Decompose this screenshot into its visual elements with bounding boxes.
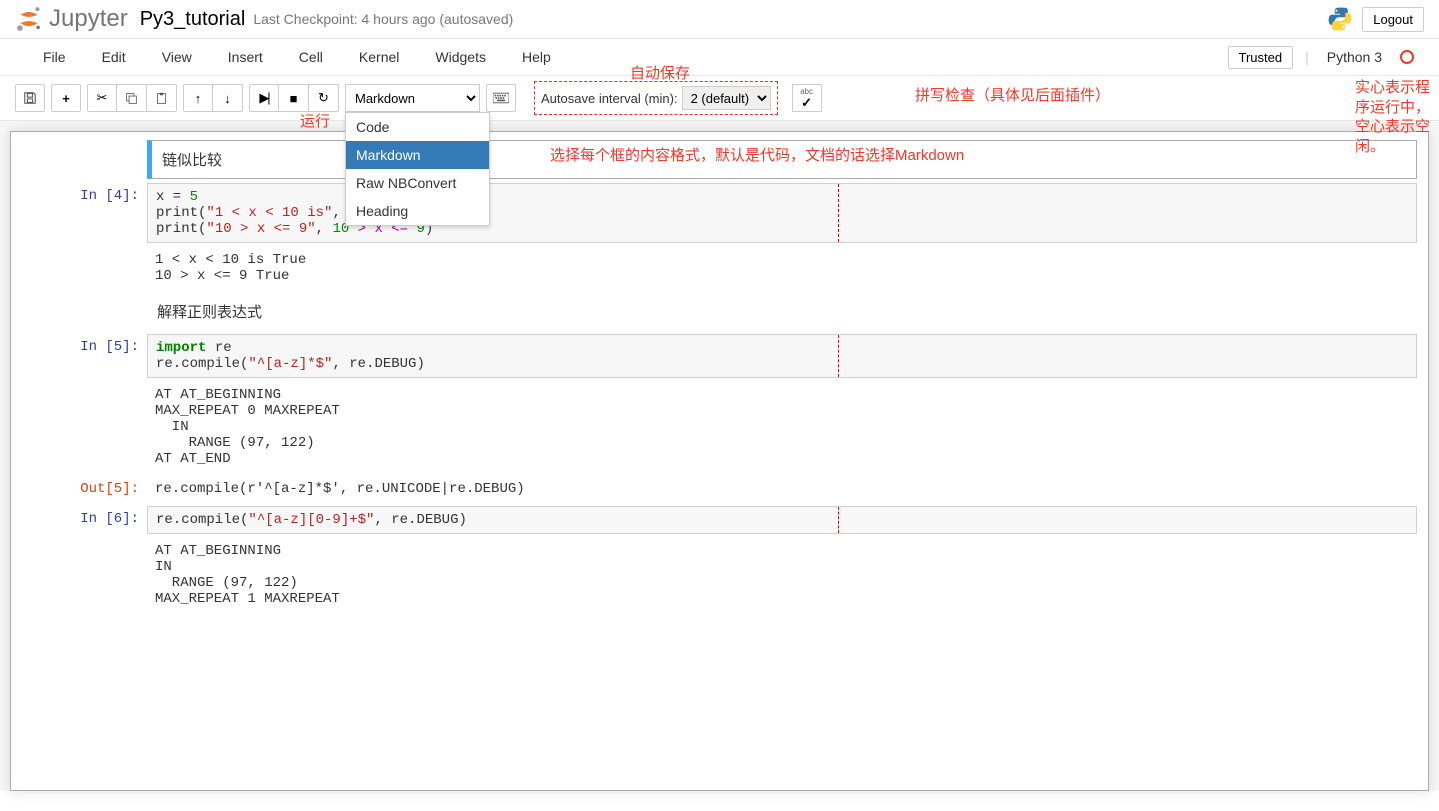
copy-icon — [125, 92, 138, 105]
code-input-6[interactable]: re.compile("^[a-z][0-9]+$", re.DEBUG) — [147, 506, 1417, 534]
cell-type-option-heading[interactable]: Heading — [346, 197, 489, 225]
output-cell-5-val: Out[5]: re.compile(r'^[a-z]*$', re.UNICO… — [17, 474, 1422, 504]
arrow-up-icon: ↑ — [195, 91, 202, 106]
scissors-icon: ✂ — [97, 90, 108, 106]
paste-button[interactable] — [147, 84, 177, 112]
python-icon — [1326, 5, 1354, 33]
stop-icon: ■ — [290, 91, 298, 106]
arrow-down-icon: ↓ — [224, 91, 231, 106]
output-cell-6: AT AT_BEGINNING IN RANGE (97, 122) MAX_R… — [17, 536, 1422, 614]
menu-edit[interactable]: Edit — [84, 43, 144, 71]
output-prompt-6-empty — [17, 538, 147, 612]
menu-kernel[interactable]: Kernel — [341, 43, 417, 71]
interrupt-button[interactable]: ■ — [279, 84, 309, 112]
cell-prompt-empty — [17, 140, 147, 179]
logout-button[interactable]: Logout — [1362, 7, 1424, 32]
restart-button[interactable]: ↻ — [309, 84, 339, 112]
restart-icon: ↻ — [318, 90, 329, 106]
output-cell-4: 1 < x < 10 is True 10 > x <= 9 True — [17, 245, 1422, 291]
autosave-label: Autosave interval (min): — [541, 91, 678, 106]
paste-icon — [155, 92, 168, 105]
run-button[interactable]: ▶| — [249, 84, 279, 112]
cell-type-option-raw[interactable]: Raw NBConvert — [346, 169, 489, 197]
menu-file[interactable]: File — [25, 43, 84, 71]
output-text-4: 1 < x < 10 is True 10 > x <= 9 True — [147, 247, 1417, 289]
move-up-button[interactable]: ↑ — [183, 84, 213, 112]
keyboard-icon — [493, 92, 509, 104]
cell-prompt-empty-2 — [17, 293, 147, 330]
code-cell-5[interactable]: In [5]: import re re.compile("^[a-z]*$",… — [17, 332, 1422, 380]
output-cell-5: AT AT_BEGINNING MAX_REPEAT 0 MAXREPEAT I… — [17, 380, 1422, 474]
menu-cell[interactable]: Cell — [281, 43, 341, 71]
menu-widgets[interactable]: Widgets — [417, 43, 504, 71]
annotation-spell: 拼写检查（具体见后面插件） — [915, 84, 1110, 105]
command-palette-button[interactable] — [486, 84, 516, 112]
run-icon: ▶| — [259, 90, 268, 106]
header-bar: Jupyter Py3_tutorial Last Checkpoint: 4 … — [0, 0, 1439, 38]
input-prompt-4: In [4]: — [17, 183, 147, 243]
cut-button[interactable]: ✂ — [87, 84, 117, 112]
kernel-indicator-icon — [1400, 50, 1414, 64]
cell-type-option-markdown[interactable]: Markdown — [346, 141, 489, 169]
input-prompt-6: In [6]: — [17, 506, 147, 534]
output-prompt-5-empty — [17, 382, 147, 472]
output-text-6: AT AT_BEGINNING IN RANGE (97, 122) MAX_R… — [147, 538, 1417, 612]
annotation-kernel: 实心表示程序运行中，空心表示空闲。 — [1355, 78, 1435, 156]
spellcheck-check-icon: ✓ — [801, 96, 812, 109]
code-cell-4[interactable]: In [4]: x = 5 print("1 < x < 10 is", 1 <… — [17, 181, 1422, 245]
annotation-celltype: 选择每个框的内容格式，默认是代码，文档的话选择Markdown — [550, 144, 964, 165]
move-down-button[interactable]: ↓ — [213, 84, 243, 112]
annotation-autosave: 自动保存 — [630, 62, 690, 83]
cell-type-select-wrapper: Markdown Code Markdown Raw NBConvert Hea… — [345, 84, 480, 112]
autosave-select[interactable]: 2 (default) — [682, 86, 771, 110]
copy-button[interactable] — [117, 84, 147, 112]
annotation-run: 运行 — [300, 110, 330, 131]
output-prompt-4-empty — [17, 247, 147, 289]
markdown-cell-2[interactable]: 解释正则表达式 — [17, 291, 1422, 332]
code-input-5[interactable]: import re re.compile("^[a-z]*$", re.DEBU… — [147, 334, 1417, 378]
ruler-line-6 — [838, 507, 839, 533]
trusted-button[interactable]: Trusted — [1228, 46, 1294, 69]
menu-bar: File Edit View Insert Cell Kernel Widget… — [0, 38, 1439, 76]
cell-type-option-code[interactable]: Code — [346, 113, 489, 141]
notebook-container: 链似比较 In [4]: x = 5 print("1 < x < 10 is"… — [10, 131, 1429, 791]
output-text-5: AT AT_BEGINNING MAX_REPEAT 0 MAXREPEAT I… — [147, 382, 1417, 472]
kernel-name[interactable]: Python 3 — [1321, 49, 1388, 65]
plus-icon: + — [62, 91, 70, 106]
menu-help[interactable]: Help — [504, 43, 569, 71]
jupyter-icon — [15, 5, 43, 33]
code-input-4[interactable]: x = 5 print("1 < x < 10 is", 1 < x < 10)… — [147, 183, 1417, 243]
menu-insert[interactable]: Insert — [210, 43, 281, 71]
jupyter-brand-text: Jupyter — [49, 5, 128, 33]
checkpoint-status: Last Checkpoint: 4 hours ago (autosaved) — [253, 11, 513, 27]
notebook-name[interactable]: Py3_tutorial — [140, 8, 246, 31]
notebook-scroll-area[interactable]: 链似比较 In [4]: x = 5 print("1 < x < 10 is"… — [0, 121, 1439, 791]
output-value-5: re.compile(r'^[a-z]*$', re.UNICODE|re.DE… — [147, 476, 1417, 502]
ruler-line-5 — [838, 335, 839, 377]
code-cell-6[interactable]: In [6]: re.compile("^[a-z][0-9]+$", re.D… — [17, 504, 1422, 536]
ruler-line — [838, 184, 839, 242]
jupyter-logo[interactable]: Jupyter — [15, 5, 128, 33]
menu-view[interactable]: View — [144, 43, 210, 71]
autosave-widget: Autosave interval (min): 2 (default) — [534, 81, 778, 115]
input-prompt-5: In [5]: — [17, 334, 147, 378]
cell-type-dropdown: Code Markdown Raw NBConvert Heading — [345, 112, 490, 226]
markdown-text-2: 解释正则表达式 — [147, 293, 1417, 330]
save-button[interactable] — [15, 84, 45, 112]
output-prompt-5: Out[5]: — [17, 476, 147, 502]
add-cell-button[interactable]: + — [51, 84, 81, 112]
toolbar: + ✂ ↑ ↓ ▶| ■ ↻ Markdown Code Markdown Ra… — [0, 76, 1439, 121]
cell-type-select[interactable]: Markdown — [345, 84, 480, 112]
spellcheck-button[interactable]: abc ✓ — [792, 84, 822, 112]
save-icon — [23, 91, 37, 105]
